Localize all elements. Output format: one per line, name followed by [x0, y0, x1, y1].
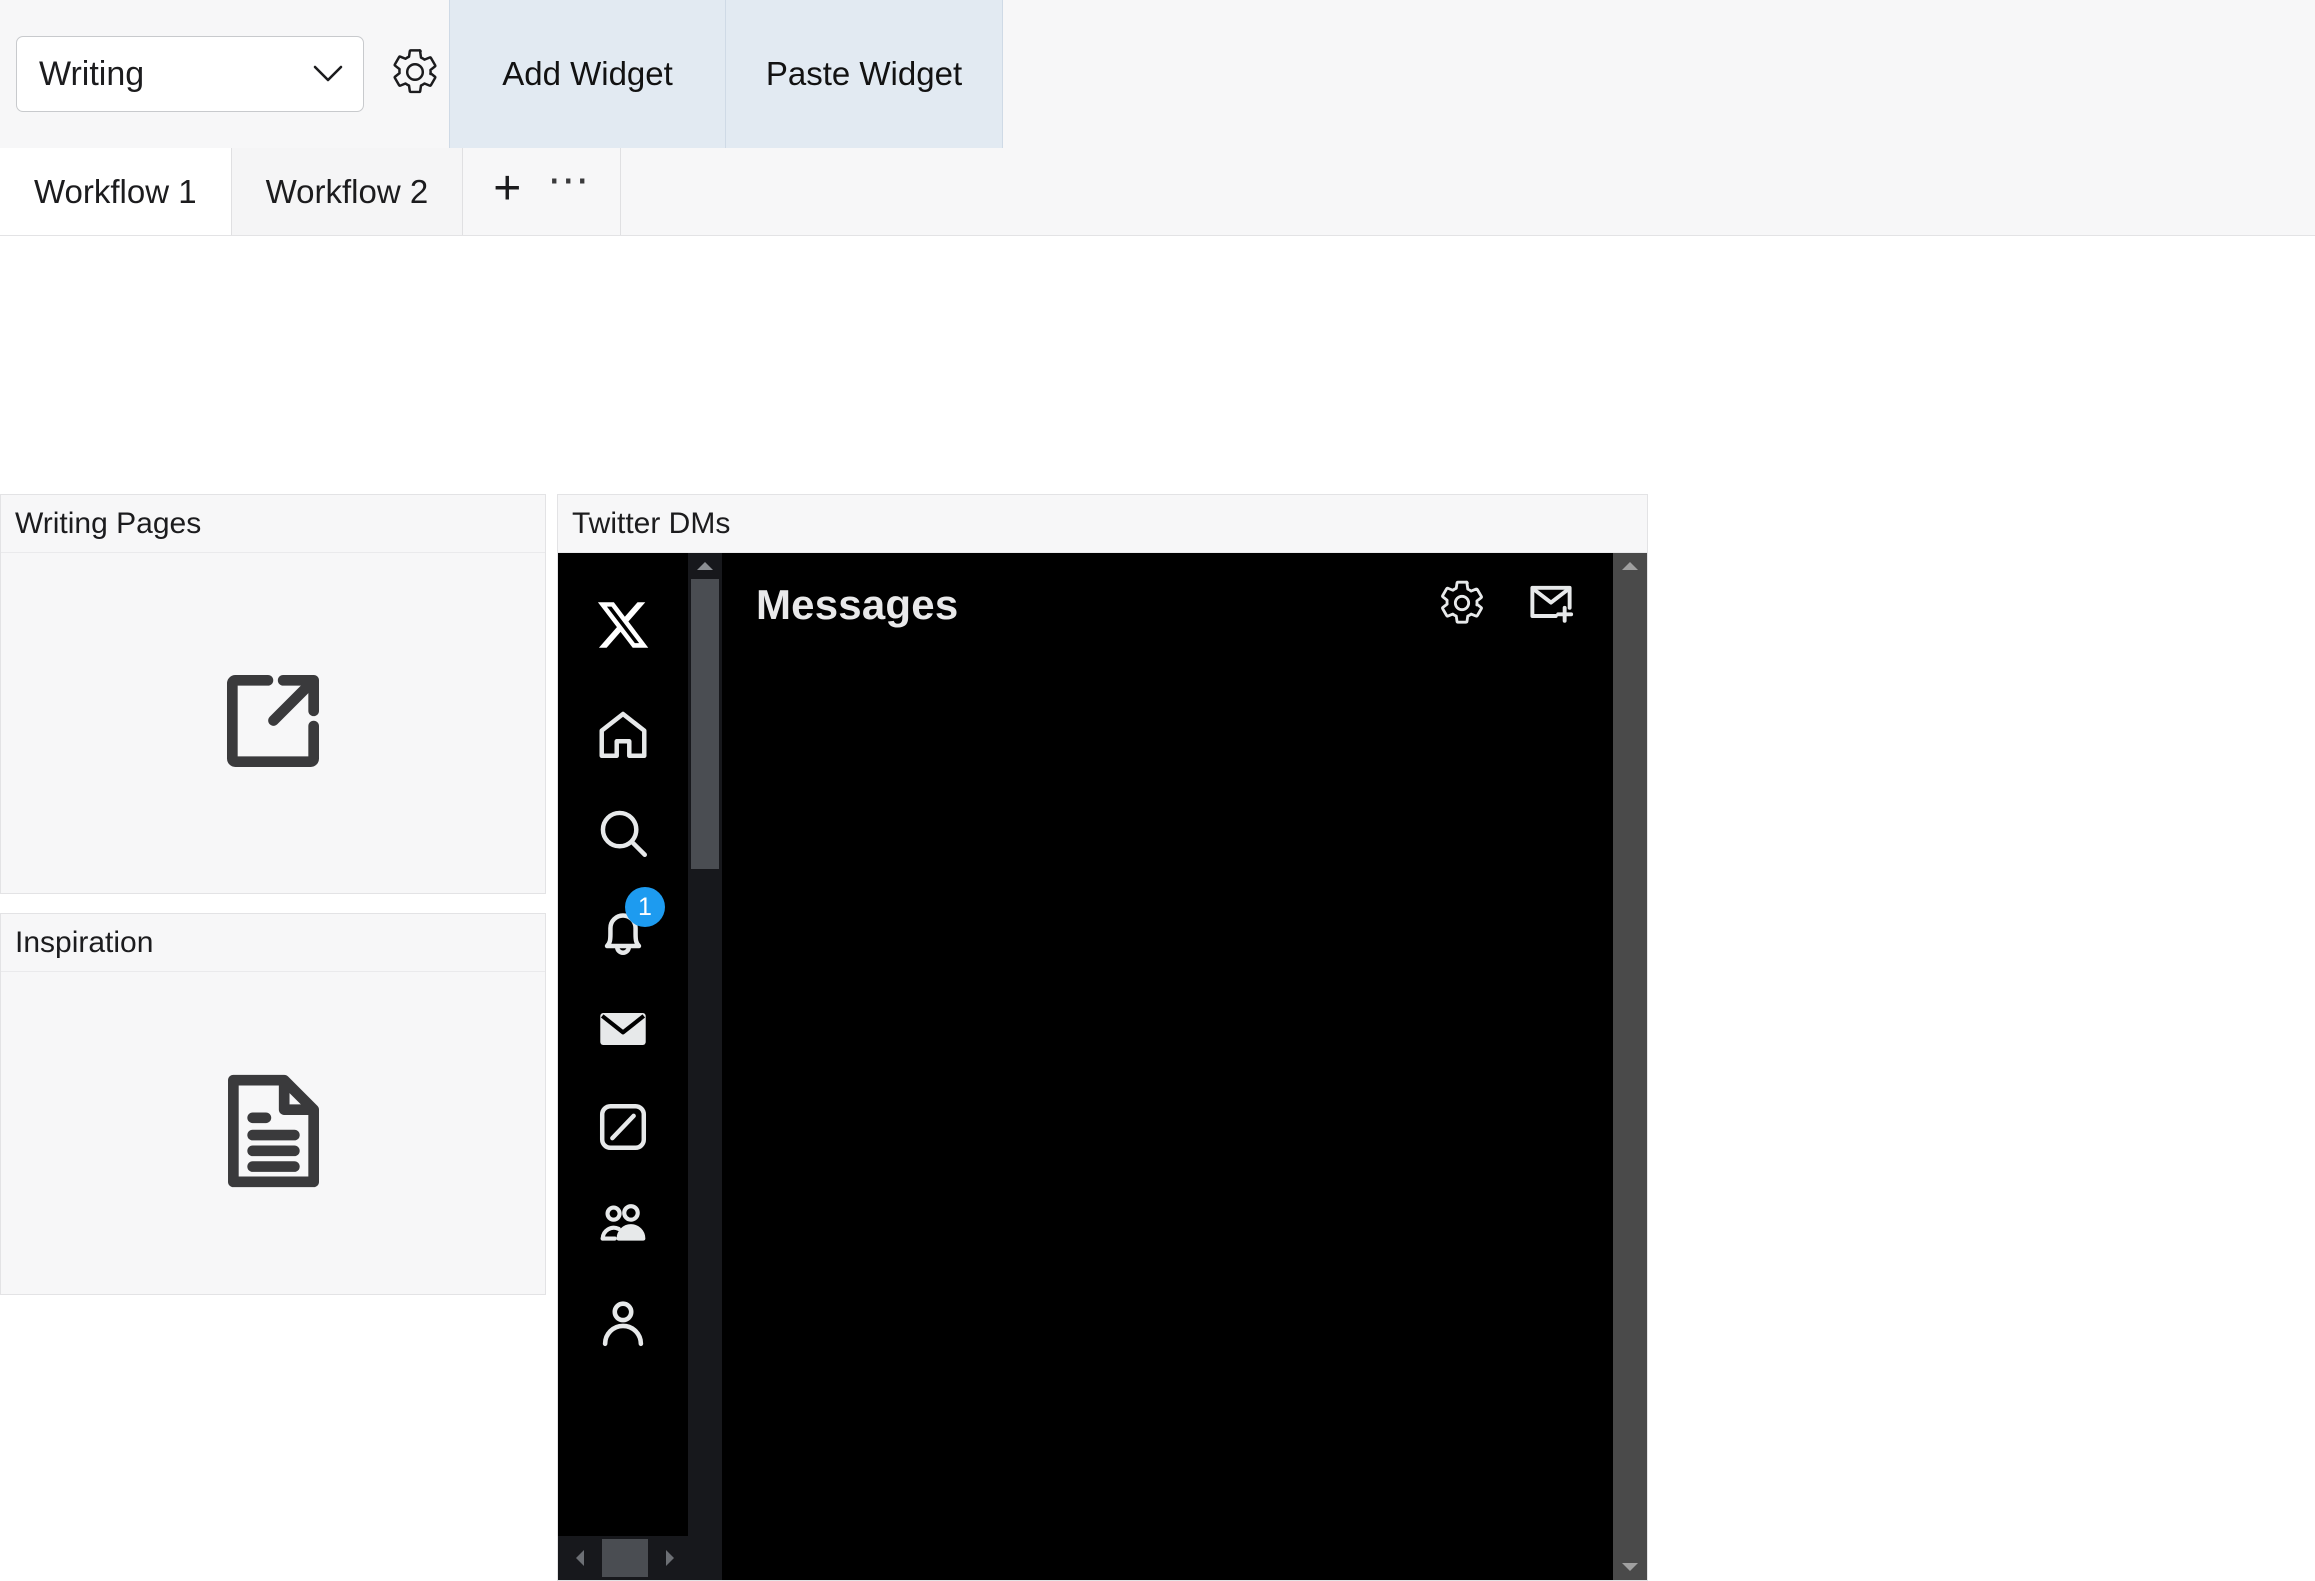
messages-header: Messages [722, 553, 1613, 657]
document-icon [217, 1070, 329, 1197]
new-message-icon[interactable] [1525, 577, 1577, 634]
tab-workflow-1[interactable]: Workflow 1 [0, 148, 232, 235]
scroll-down-arrow-icon[interactable] [1620, 1554, 1640, 1580]
home-icon[interactable] [575, 687, 671, 783]
scroll-right-arrow-icon[interactable] [648, 1548, 692, 1568]
tab-workflow-1-label: Workflow 1 [34, 172, 197, 210]
add-widget-button[interactable]: Add Widget [449, 0, 726, 148]
widget-vertical-scrollbar[interactable] [1613, 553, 1647, 1580]
notification-badge: 1 [625, 887, 665, 927]
scroll-up-arrow-icon[interactable] [1620, 553, 1640, 579]
workflow-canvas: Writing Pages Inspiration Twitter DMs 1 … [0, 236, 2315, 1581]
widget-body [1, 972, 545, 1294]
chevron-down-icon [313, 65, 343, 83]
widget-title: Inspiration [15, 925, 154, 959]
widget-header: Twitter DMs [558, 495, 1647, 553]
search-icon[interactable] [575, 785, 671, 881]
scroll-up-arrow-icon[interactable] [695, 553, 715, 579]
paste-widget-label: Paste Widget [765, 55, 963, 92]
widget-inspiration[interactable]: Inspiration [0, 913, 546, 1295]
gear-icon[interactable] [1437, 578, 1487, 633]
profile-select-value: Writing [39, 54, 145, 93]
envelope-icon[interactable] [575, 981, 671, 1077]
workflow-tab-bar: Workflow 1 Workflow 2 + ⋯ [0, 148, 2315, 236]
bell-icon[interactable]: 1 [575, 883, 671, 979]
widget-header: Inspiration [1, 914, 545, 972]
plus-icon[interactable]: + [493, 164, 521, 213]
add-widget-label: Add Widget [502, 55, 673, 92]
tab-workflow-2[interactable]: Workflow 2 [231, 148, 464, 235]
x-nav-rail: 1 [558, 553, 688, 1580]
widget-body: 1 Messages [558, 553, 1647, 1580]
scrollbar-thumb[interactable] [602, 1539, 648, 1577]
person-icon[interactable] [575, 1275, 671, 1371]
widget-header: Writing Pages [1, 495, 545, 553]
settings-button[interactable] [386, 45, 444, 103]
external-link-icon [212, 660, 334, 787]
tab-workflow-2-label: Workflow 2 [265, 172, 429, 210]
twitter-embed: 1 Messages [558, 553, 1647, 1580]
tab-actions-group: + ⋯ [463, 148, 622, 235]
messages-header-actions [1437, 577, 1577, 634]
people-icon[interactable] [575, 1177, 671, 1273]
widget-twitter-dms[interactable]: Twitter DMs 1 Messages [557, 494, 1648, 1581]
embedded-vertical-scrollbar[interactable] [688, 553, 722, 1580]
scroll-left-arrow-icon[interactable] [558, 1548, 602, 1568]
widget-title: Writing Pages [15, 506, 202, 540]
widget-writing-pages[interactable]: Writing Pages [0, 494, 546, 894]
toolbar-left-group: Writing [0, 0, 444, 148]
paste-widget-button[interactable]: Paste Widget [726, 0, 1003, 148]
gear-icon [389, 46, 441, 103]
messages-pane: Messages [722, 553, 1613, 1580]
widget-title: Twitter DMs [572, 506, 731, 540]
ellipsis-icon[interactable]: ⋯ [547, 158, 590, 201]
profile-select[interactable]: Writing [16, 36, 364, 112]
scrollbar-thumb[interactable] [691, 579, 719, 869]
embedded-horizontal-scrollbar[interactable] [558, 1536, 722, 1580]
messages-title: Messages [756, 581, 959, 628]
x-logo-icon[interactable] [575, 573, 671, 677]
grok-icon[interactable] [575, 1079, 671, 1175]
widget-body [1, 553, 545, 893]
top-toolbar: Writing Add Widget Paste Widget [0, 0, 2315, 148]
